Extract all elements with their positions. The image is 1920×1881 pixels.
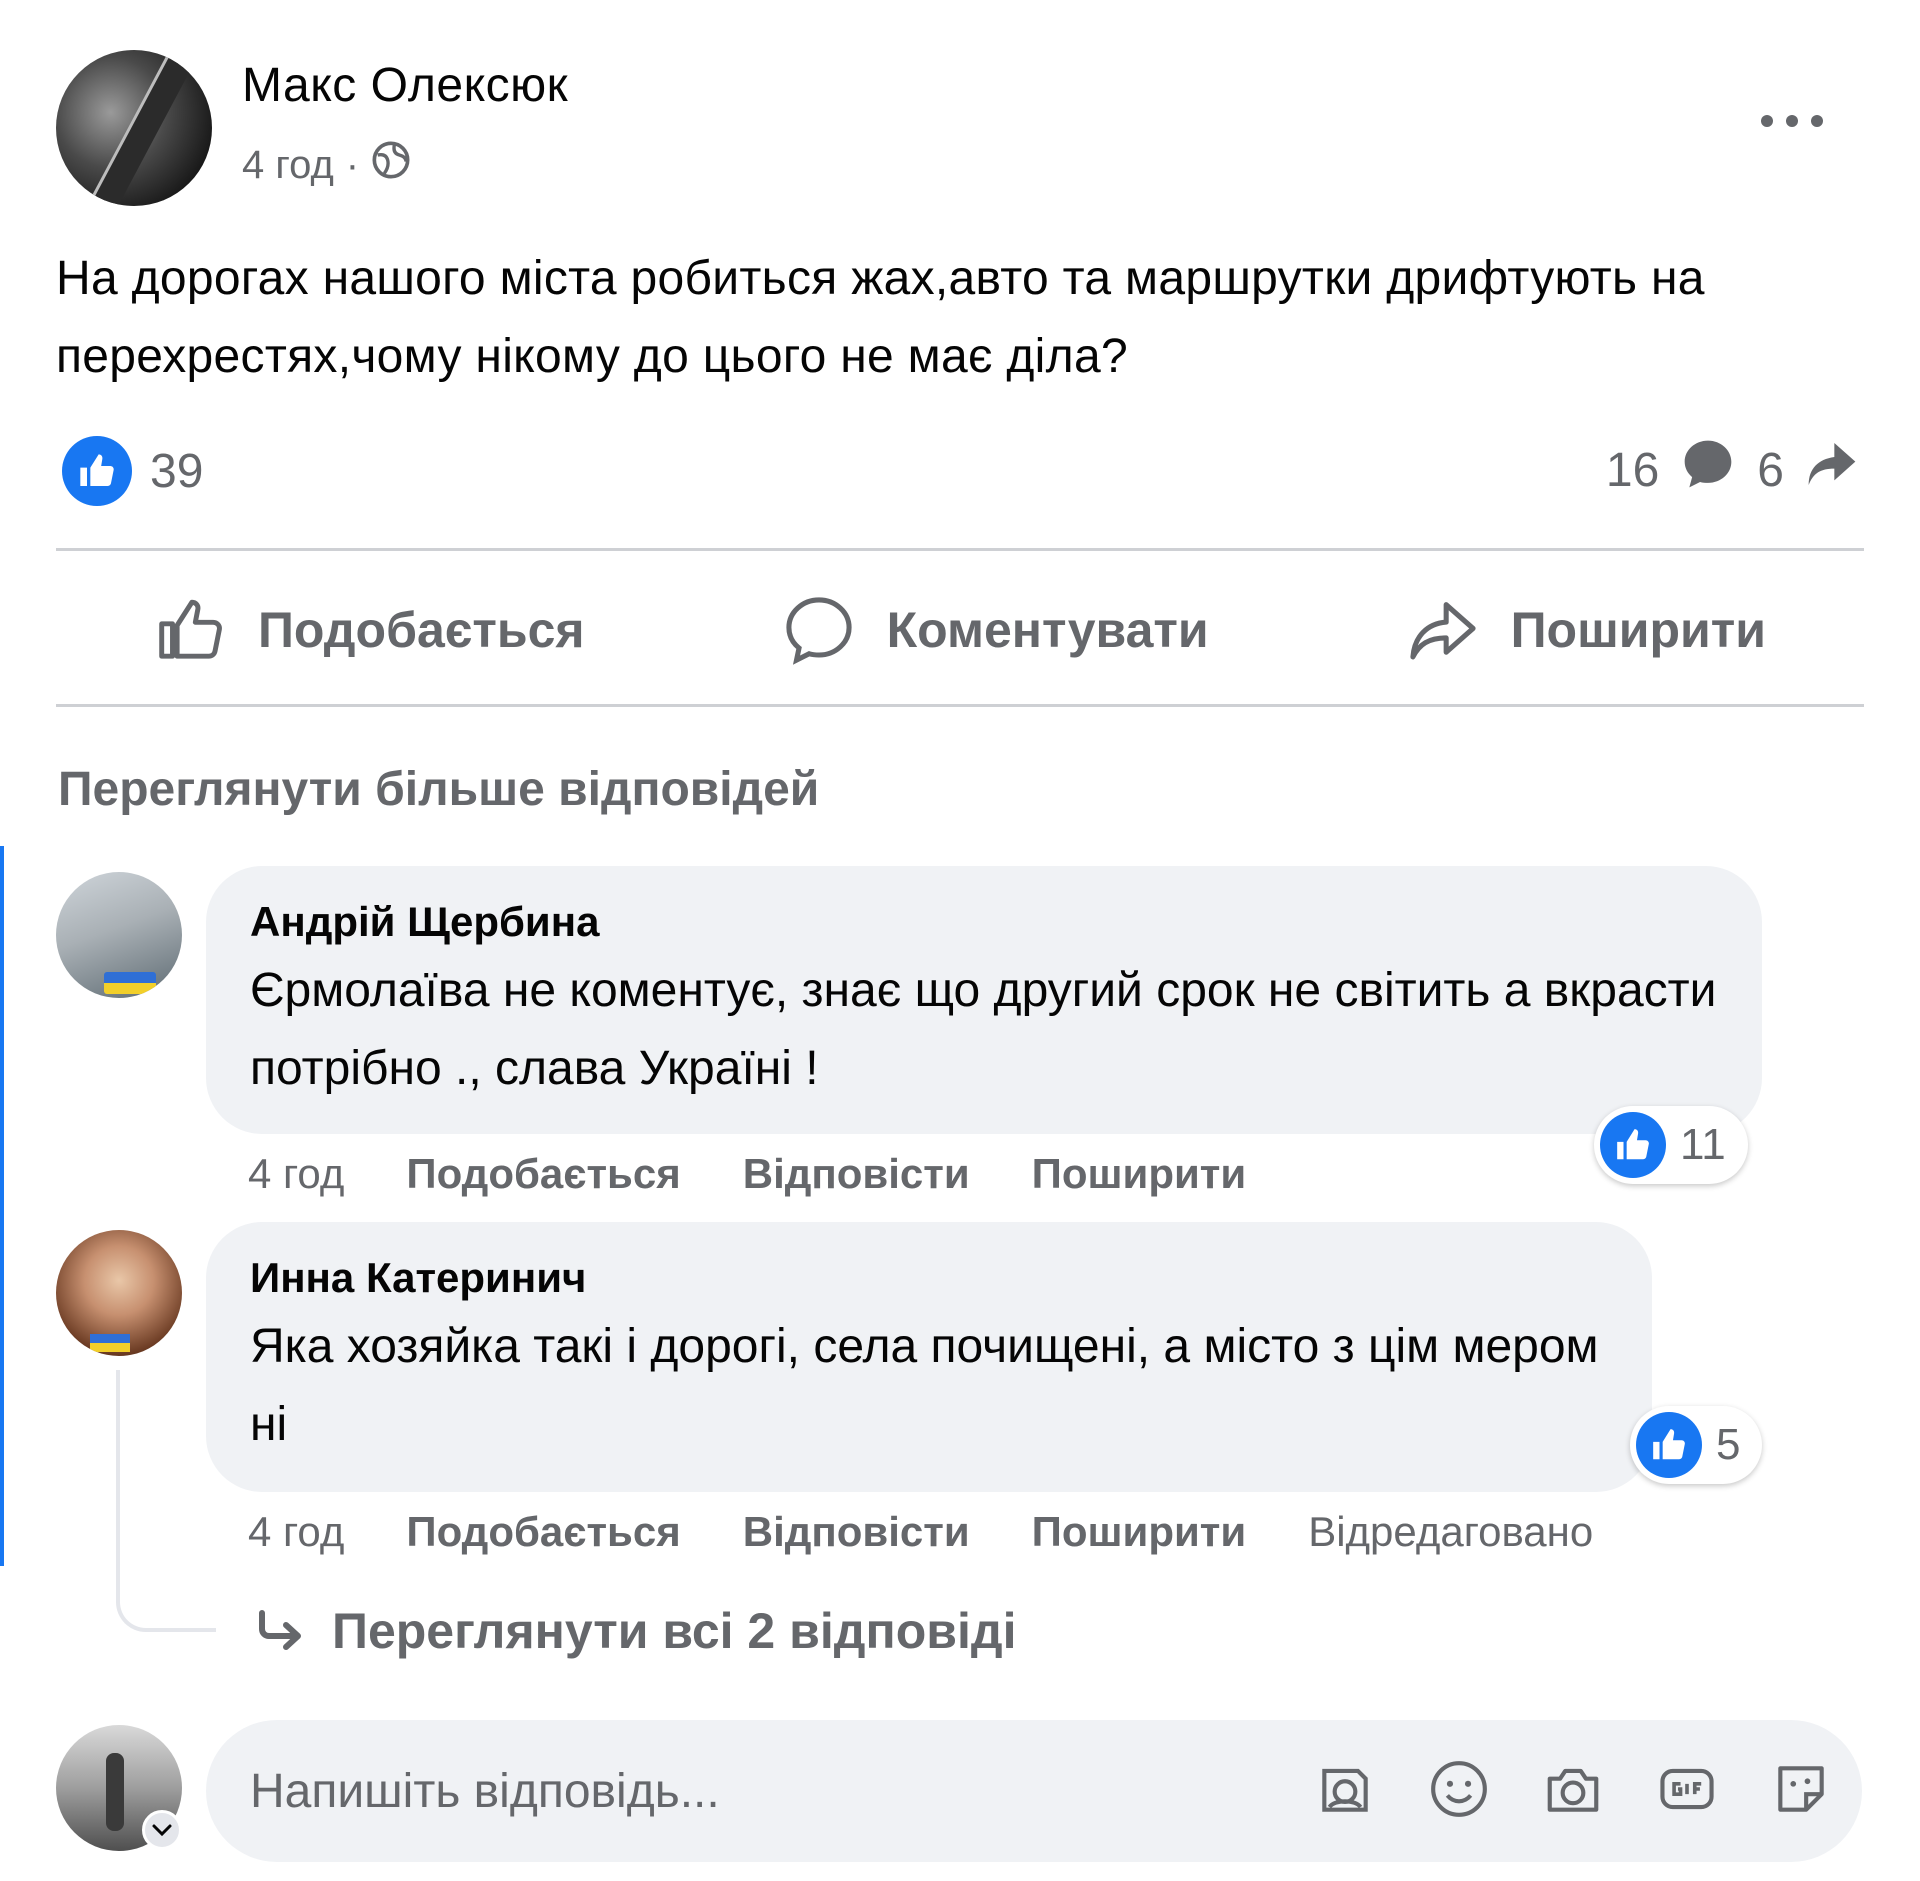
sticker-icon[interactable] (1768, 1752, 1834, 1826)
view-all-replies-link[interactable]: Переглянути всі 2 відповіді (256, 1602, 1017, 1660)
comment-like-button[interactable]: Подобається (406, 1508, 680, 1556)
comment-share-button[interactable]: Поширити (1032, 1508, 1247, 1556)
share-button[interactable]: Поширити (1405, 592, 1766, 668)
comment-bubble-icon (1679, 436, 1737, 504)
share-arrow-icon (1804, 436, 1860, 504)
post-time[interactable]: 4 год (242, 143, 334, 188)
view-more-replies-link[interactable]: Переглянути більше відповідей (58, 762, 819, 817)
meta-separator: · (345, 142, 360, 187)
likes-count: 39 (150, 444, 204, 498)
commenter-avatar[interactable] (56, 872, 182, 998)
globe-icon (371, 140, 411, 190)
divider-bottom (56, 704, 1864, 707)
more-icon (1761, 115, 1823, 127)
composer-tools (1312, 1752, 1834, 1826)
author-avatar[interactable] (56, 50, 212, 206)
comment-reply-button[interactable]: Відповісти (743, 1508, 970, 1556)
comment-time[interactable]: 4 год (248, 1508, 344, 1556)
commenter-name[interactable]: Андрій Щербина (250, 898, 1718, 946)
like-reaction-icon (1636, 1412, 1702, 1478)
comment-like-button[interactable]: Подобається (406, 1150, 680, 1198)
more-options-button[interactable] (1752, 96, 1832, 146)
comment-text: Яка хозяйка такі і дорогі, села почищені… (250, 1320, 1599, 1451)
commenter-avatar[interactable] (56, 1230, 182, 1356)
comment-icon (785, 597, 852, 665)
comments-count[interactable]: 16 (1606, 443, 1659, 498)
reply-input[interactable] (250, 1763, 1310, 1819)
comment-bubble: Андрій Щербина Єрмолаїва не коментує, зн… (206, 866, 1762, 1134)
divider-top (56, 548, 1864, 551)
comment-bubble: Инна Катеринич Яка хозяйка такі і дорогі… (206, 1222, 1652, 1492)
post-stats: 16 6 (1606, 436, 1860, 504)
share-icon (1409, 602, 1476, 660)
thumbs-up-icon (159, 599, 222, 659)
comment-likes-count: 11 (1680, 1120, 1726, 1169)
like-button-label: Подобається (257, 602, 585, 658)
comment-reactions[interactable]: 5 (1630, 1406, 1763, 1484)
comment-actions: 4 год Подобається Відповісти Поширити (248, 1150, 1246, 1198)
post-meta: 4 год · (242, 140, 411, 190)
comment-reactions[interactable]: 11 (1594, 1106, 1748, 1184)
shares-count[interactable]: 6 (1757, 443, 1784, 498)
comment-reply-button[interactable]: Відповісти (743, 1150, 970, 1198)
thread-highlight-bar (0, 846, 4, 1566)
thread-connector-line (116, 1370, 216, 1632)
chevron-down-icon[interactable] (142, 1810, 182, 1850)
comment-likes-count: 5 (1716, 1420, 1741, 1469)
avatar-sticker-icon[interactable] (1312, 1752, 1378, 1826)
edited-label[interactable]: Відредаговано (1308, 1508, 1593, 1556)
comment-time[interactable]: 4 год (248, 1150, 344, 1198)
like-reaction-icon (62, 436, 132, 506)
reactions-summary[interactable]: 39 (62, 436, 203, 506)
gif-icon[interactable] (1654, 1752, 1720, 1826)
commenter-name[interactable]: Инна Катеринич (250, 1254, 1608, 1302)
share-button-label: Поширити (1510, 602, 1766, 658)
comment-share-button[interactable]: Поширити (1032, 1150, 1247, 1198)
post-actions-bar: Подобається Коментувати Поширити (56, 560, 1864, 700)
reply-arrow-icon (259, 1610, 301, 1650)
emoji-icon[interactable] (1426, 1752, 1492, 1826)
comment-actions: 4 год Подобається Відповісти Поширити Ві… (248, 1508, 1593, 1556)
post-text: На дорогах нашого міста робиться жах,авт… (56, 252, 1705, 383)
like-reaction-icon (1600, 1112, 1666, 1178)
view-all-replies-label: Переглянути всі 2 відповіді (332, 1603, 1017, 1659)
comment-button[interactable]: Коментувати (781, 592, 1209, 668)
camera-icon[interactable] (1540, 1752, 1606, 1826)
author-name[interactable]: Макс Олексюк (242, 58, 568, 113)
like-button[interactable]: Подобається (154, 593, 585, 667)
reply-composer (206, 1720, 1862, 1862)
comment-text: Єрмолаїва не коментує, знає що другий ср… (250, 964, 1717, 1095)
comment-button-label: Коментувати (886, 602, 1209, 658)
